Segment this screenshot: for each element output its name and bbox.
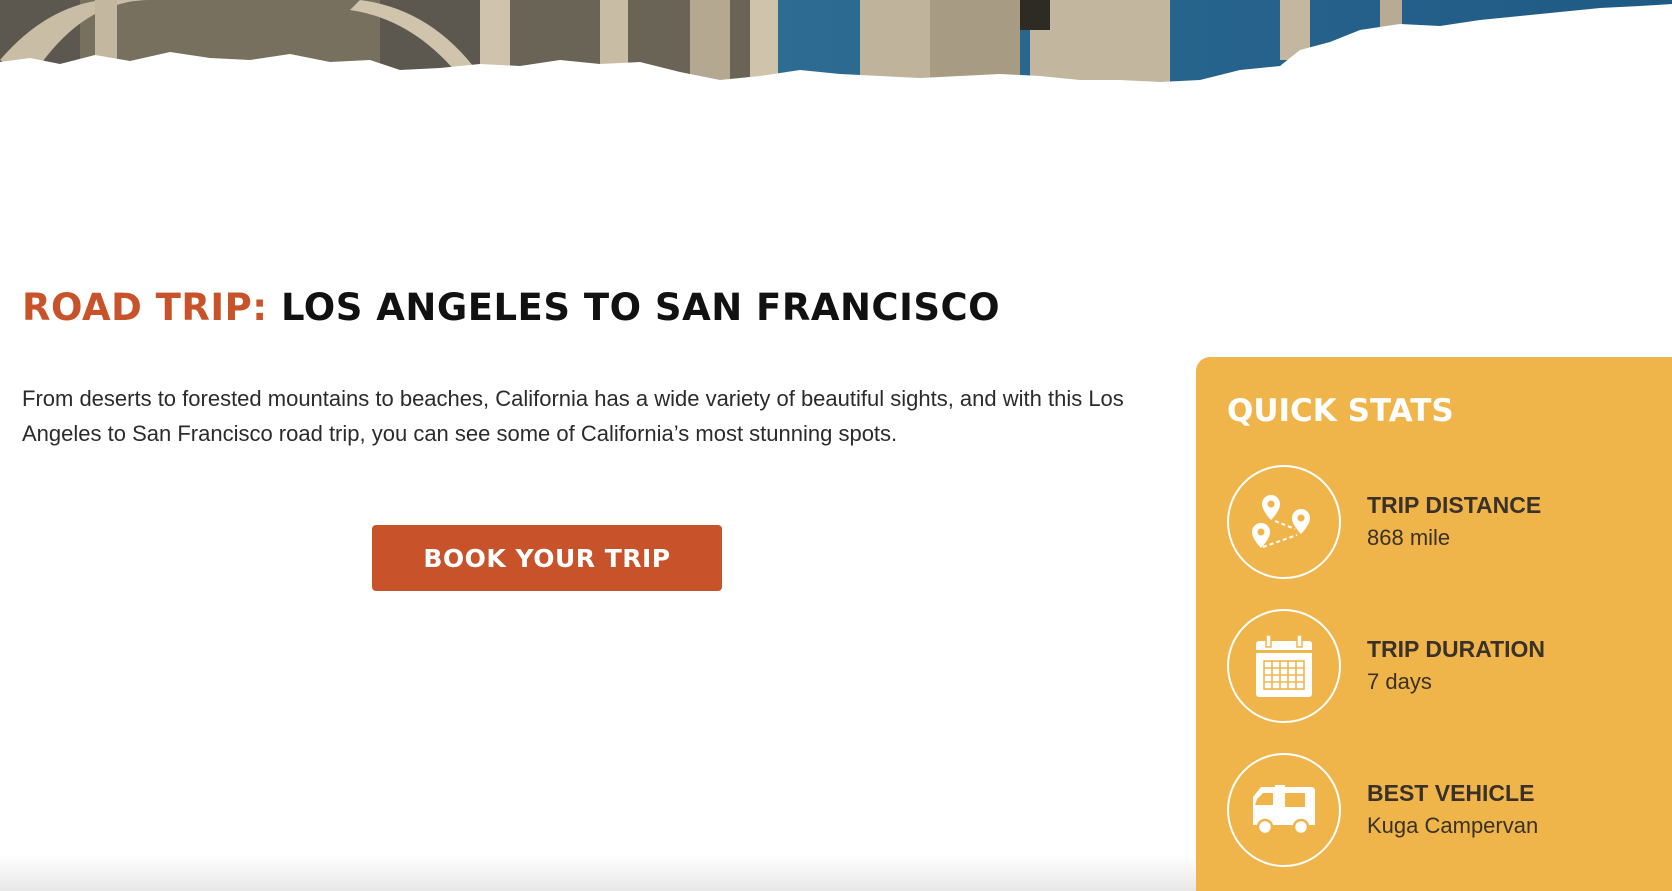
stat-trip-distance: TRIP DISTANCE 868 mile: [1227, 465, 1647, 579]
intro-paragraph: From deserts to forested mountains to be…: [22, 386, 1124, 446]
title-prefix: ROAD TRIP:: [22, 286, 268, 329]
title-main: LOS ANGELES TO SAN FRANCISCO: [280, 286, 1001, 329]
hero-image: [0, 0, 1672, 110]
trip-distance-label: TRIP DISTANCE: [1367, 492, 1542, 518]
page-fold-shadow: [0, 855, 1196, 891]
stat-best-vehicle: BEST VEHICLE Kuga Campervan: [1227, 753, 1647, 867]
best-vehicle-label: BEST VEHICLE: [1367, 780, 1535, 806]
stat-trip-duration: TRIP DURATION 7 days: [1227, 609, 1647, 723]
book-your-trip-button[interactable]: BOOK YOUR TRIP: [372, 525, 722, 591]
quick-stats-title: QUICK STATS: [1227, 393, 1454, 429]
trip-distance-value: 868 mile: [1367, 525, 1451, 550]
trip-duration-value: 7 days: [1367, 669, 1432, 694]
map-pins-icon: [1227, 465, 1341, 579]
quick-stats-panel: QUICK STATS TRIP DISTANCE 868 mile TRIP …: [1196, 357, 1672, 891]
bridge-coastline-photo: [0, 0, 1672, 110]
best-vehicle-value: Kuga Campervan: [1367, 813, 1539, 838]
page-title: ROAD TRIP: LOS ANGELES TO SAN FRANCISCO: [22, 286, 1000, 329]
calendar-icon: [1227, 609, 1341, 723]
trip-duration-label: TRIP DURATION: [1367, 636, 1546, 662]
campervan-icon: [1227, 753, 1341, 867]
